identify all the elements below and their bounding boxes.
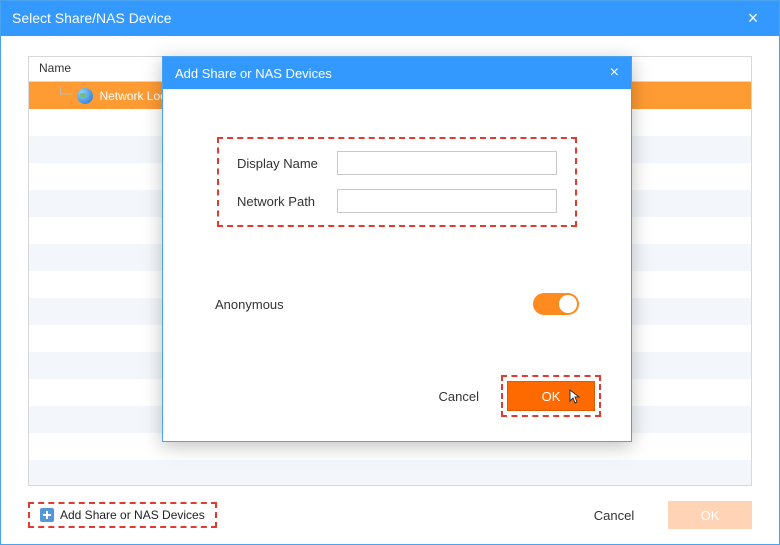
- inner-titlebar: Add Share or NAS Devices ×: [163, 57, 631, 89]
- inner-title: Add Share or NAS Devices: [175, 66, 610, 81]
- globe-icon: [77, 88, 93, 104]
- display-name-label: Display Name: [237, 156, 337, 171]
- network-path-label: Network Path: [237, 194, 337, 209]
- form-row-display-name: Display Name: [237, 151, 557, 175]
- anonymous-toggle[interactable]: [533, 293, 579, 315]
- close-icon[interactable]: ×: [738, 8, 768, 29]
- ok-highlight-box: OK: [501, 375, 601, 417]
- list-row: [29, 460, 751, 486]
- column-extra[interactable]: [611, 57, 751, 81]
- form-row-network-path: Network Path: [237, 189, 557, 213]
- cancel-button[interactable]: Cancel: [439, 389, 479, 404]
- add-share-label: Add Share or NAS Devices: [60, 508, 205, 522]
- inner-footer: Cancel OK: [163, 353, 631, 441]
- inner-body: Display Name Network Path Anonymous: [163, 89, 631, 353]
- ok-button-disabled: OK: [668, 501, 752, 529]
- toggle-knob-icon: [559, 295, 577, 313]
- form-block: Display Name Network Path: [193, 119, 601, 245]
- tree-connector-icon: └─: [57, 87, 71, 101]
- ok-button[interactable]: OK: [507, 381, 595, 411]
- display-name-input[interactable]: [337, 151, 557, 175]
- add-share-modal: Add Share or NAS Devices × Display Name …: [162, 56, 632, 442]
- cancel-button[interactable]: Cancel: [580, 501, 648, 529]
- outer-footer: Add Share or NAS Devices Cancel OK: [28, 499, 752, 531]
- plus-icon: [40, 508, 54, 522]
- network-path-input[interactable]: [337, 189, 557, 213]
- anonymous-label: Anonymous: [215, 297, 533, 312]
- close-icon[interactable]: ×: [610, 64, 619, 82]
- outer-titlebar: Select Share/NAS Device ×: [0, 0, 780, 36]
- outer-title: Select Share/NAS Device: [12, 10, 738, 26]
- add-share-button[interactable]: Add Share or NAS Devices: [28, 502, 217, 528]
- anonymous-block: Anonymous: [193, 275, 601, 333]
- form-highlight-box: Display Name Network Path: [217, 137, 577, 227]
